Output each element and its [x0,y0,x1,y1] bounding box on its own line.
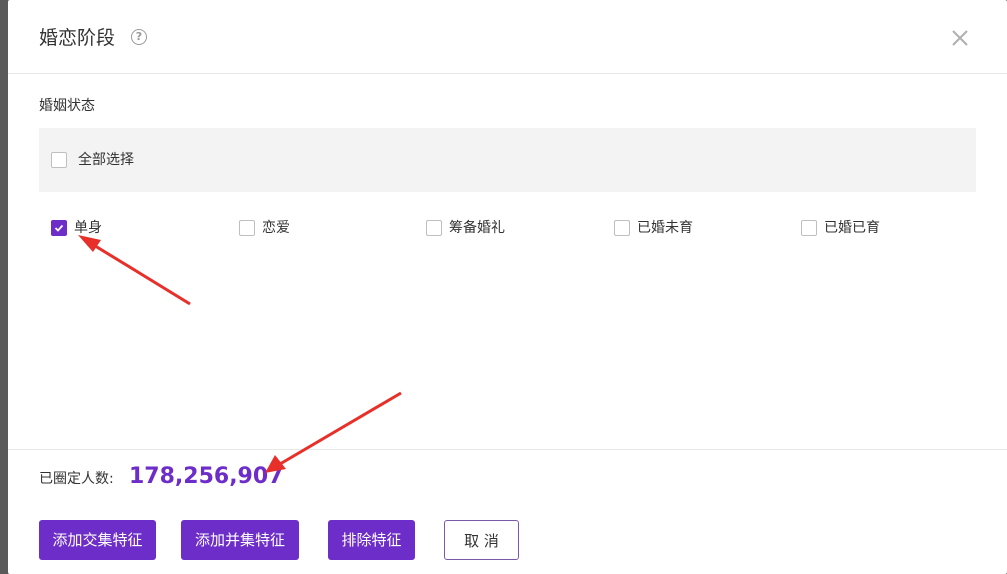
audience-count-label: 已圈定人数: [39,471,114,487]
single-checkbox[interactable] [51,220,67,236]
close-icon[interactable] [946,24,974,52]
audience-count-value: 178,256,907 [129,464,284,489]
add-intersection-button[interactable]: 添加交集特征 [39,520,156,560]
married-no-child-checkbox[interactable] [614,220,630,236]
option-label: 单身 [74,220,102,236]
option-married-no-child[interactable]: 已婚未育 [614,218,744,238]
option-single[interactable]: 单身 [51,218,171,238]
section-label: 婚姻状态 [39,98,95,114]
exclude-button[interactable]: 排除特征 [328,520,415,560]
option-label: 已婚未育 [637,220,693,236]
option-label: 已婚已育 [824,220,880,236]
question-circle-icon[interactable]: ? [131,29,147,45]
wedding-prep-checkbox[interactable] [426,220,442,236]
dialog-header: 婚恋阶段 ? [8,0,1007,74]
select-all-label: 全部选择 [78,152,134,168]
select-all-bar: 全部选择 [39,128,976,192]
cancel-button[interactable]: 取 消 [444,520,519,560]
marital-stage-dialog: 婚恋阶段 ? 婚姻状态 全部选择 单身 恋爱 筹备婚礼 已婚未育 已婚已育 已圈… [8,0,1007,574]
option-wedding-prep[interactable]: 筹备婚礼 [426,218,556,238]
checkmark-icon [54,224,64,232]
option-dating[interactable]: 恋爱 [239,218,359,238]
footer-divider [8,449,1007,450]
option-label: 筹备婚礼 [449,220,505,236]
select-all-checkbox[interactable] [51,152,67,168]
married-with-child-checkbox[interactable] [801,220,817,236]
option-label: 恋爱 [262,220,290,236]
dialog-title: 婚恋阶段 [39,27,116,49]
dating-checkbox[interactable] [239,220,255,236]
option-married-with-child[interactable]: 已婚已育 [801,218,931,238]
add-union-button[interactable]: 添加并集特征 [181,520,299,560]
select-all-option[interactable]: 全部选择 [51,150,171,170]
